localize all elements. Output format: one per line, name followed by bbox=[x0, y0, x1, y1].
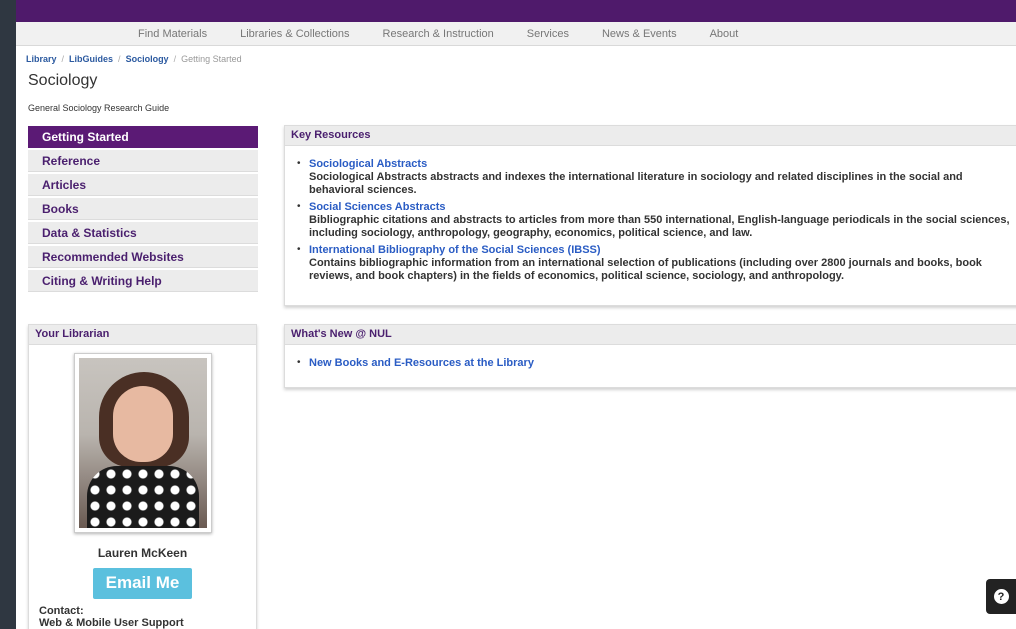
librarian-box: Your Librarian Lauren McKeen Email Me Co… bbox=[28, 324, 257, 629]
email-me-button[interactable]: Email Me bbox=[93, 568, 192, 599]
resource-link[interactable]: International Bibliography of the Social… bbox=[309, 244, 1015, 257]
list-item: Sociological Abstracts Sociological Abst… bbox=[295, 158, 1015, 197]
top-brand-bar bbox=[16, 0, 1016, 22]
page: Find Materials Libraries & Collections R… bbox=[16, 0, 1016, 629]
breadcrumb-separator: / bbox=[61, 54, 65, 64]
sidenav-getting-started[interactable]: Getting Started bbox=[28, 126, 258, 148]
librarian-contact: Contact: Web & Mobile User Support bbox=[29, 605, 256, 629]
nav-about[interactable]: About bbox=[710, 28, 739, 40]
breadcrumb: Library / LibGuides / Sociology / Gettin… bbox=[26, 54, 242, 64]
list-item: Social Sciences Abstracts Bibliographic … bbox=[295, 201, 1015, 240]
avatar bbox=[78, 358, 207, 528]
nav-news-events[interactable]: News & Events bbox=[602, 28, 677, 40]
contact-value: Web & Mobile User Support bbox=[39, 617, 184, 629]
contact-label: Contact: bbox=[39, 605, 84, 617]
resource-link[interactable]: Social Sciences Abstracts bbox=[309, 201, 1015, 214]
key-resources-list: Sociological Abstracts Sociological Abst… bbox=[285, 146, 1016, 283]
sidenav-data-statistics[interactable]: Data & Statistics bbox=[28, 222, 258, 244]
breadcrumb-current: Getting Started bbox=[181, 54, 242, 64]
question-icon: ? bbox=[993, 589, 1009, 604]
breadcrumb-sociology[interactable]: Sociology bbox=[126, 54, 169, 64]
avatar-face bbox=[112, 386, 173, 462]
sidenav-recommended-websites[interactable]: Recommended Websites bbox=[28, 246, 258, 268]
resource-link[interactable]: Sociological Abstracts bbox=[309, 158, 1015, 171]
whats-new-box: What's New @ NUL New Books and E-Resourc… bbox=[284, 324, 1016, 388]
guide-side-nav: Getting Started Reference Articles Books… bbox=[28, 126, 258, 294]
nav-research-instruction[interactable]: Research & Instruction bbox=[383, 28, 494, 40]
key-resources-box: Key Resources Sociological Abstracts Soc… bbox=[284, 125, 1016, 306]
whats-new-heading: What's New @ NUL bbox=[285, 325, 1016, 345]
resource-description: Sociological Abstracts abstracts and ind… bbox=[309, 171, 963, 196]
list-item: New Books and E-Resources at the Library bbox=[295, 357, 1015, 370]
librarian-name: Lauren McKeen bbox=[97, 546, 188, 560]
whats-new-list: New Books and E-Resources at the Library bbox=[285, 345, 1016, 370]
page-subtitle: General Sociology Research Guide bbox=[28, 103, 170, 113]
librarian-profile: Lauren McKeen Email Me Contact: Web & Mo… bbox=[29, 353, 256, 629]
sidenav-citing-writing[interactable]: Citing & Writing Help bbox=[28, 270, 258, 292]
resource-description: Bibliographic citations and abstracts to… bbox=[309, 214, 1010, 239]
whats-new-link[interactable]: New Books and E-Resources at the Library bbox=[309, 357, 1015, 370]
list-item: International Bibliography of the Social… bbox=[295, 244, 1015, 283]
breadcrumb-separator: / bbox=[118, 54, 121, 64]
breadcrumb-libguides[interactable]: LibGuides bbox=[69, 54, 113, 64]
help-button[interactable]: ? bbox=[986, 579, 1016, 614]
nav-services[interactable]: Services bbox=[527, 28, 569, 40]
key-resources-heading: Key Resources bbox=[285, 126, 1016, 146]
nav-libraries-collections[interactable]: Libraries & Collections bbox=[240, 28, 349, 40]
librarian-heading: Your Librarian bbox=[29, 325, 256, 345]
librarian-photo bbox=[73, 353, 212, 533]
breadcrumb-library[interactable]: Library bbox=[26, 54, 57, 64]
resource-description: Contains bibliographic information from … bbox=[309, 257, 982, 282]
main-nav: Find Materials Libraries & Collections R… bbox=[16, 22, 1016, 46]
sidenav-articles[interactable]: Articles bbox=[28, 174, 258, 196]
page-title: Sociology bbox=[28, 72, 98, 89]
sidenav-books[interactable]: Books bbox=[28, 198, 258, 220]
sidenav-reference[interactable]: Reference bbox=[28, 150, 258, 172]
breadcrumb-separator: / bbox=[173, 54, 177, 64]
avatar-dress bbox=[86, 466, 199, 528]
nav-find-materials[interactable]: Find Materials bbox=[138, 28, 207, 40]
